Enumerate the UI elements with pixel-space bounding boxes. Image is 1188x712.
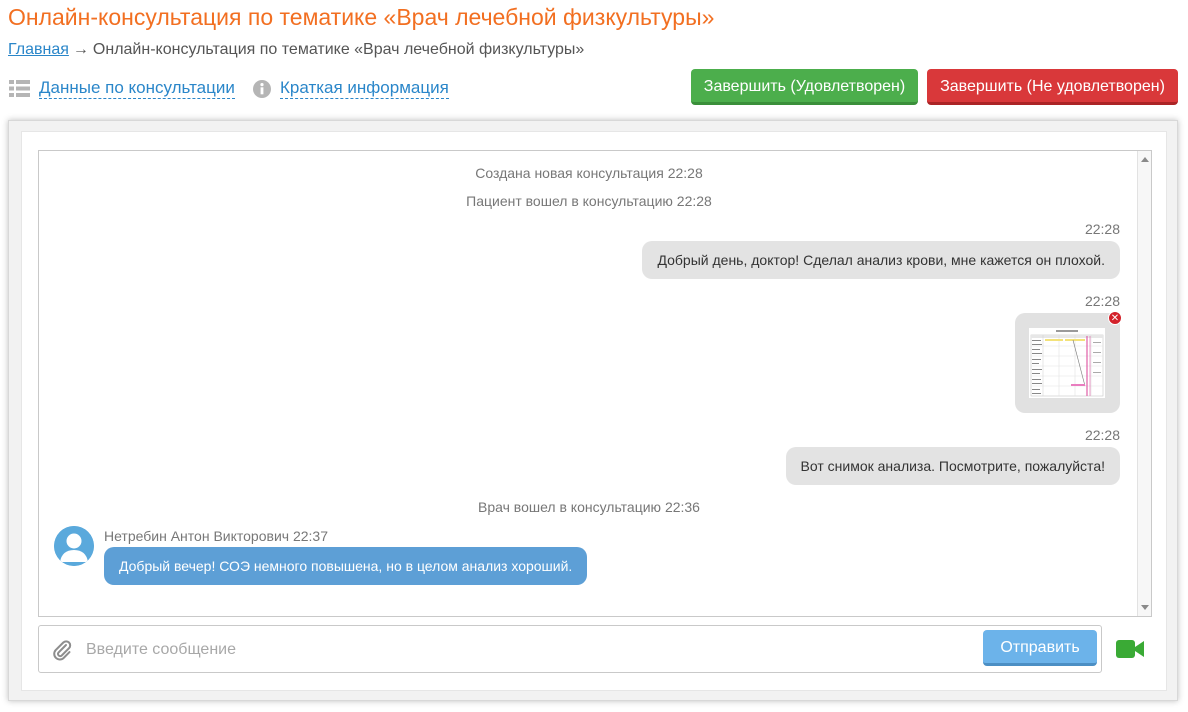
consultation-data-link[interactable]: Данные по консультации — [9, 78, 235, 99]
message-list-scrollbar[interactable] — [1137, 151, 1151, 616]
consultation-data-label[interactable]: Данные по консультации — [39, 78, 235, 99]
doctor-avatar — [54, 526, 94, 566]
chat-container: Создана новая консультация 22:28 Пациент… — [21, 131, 1167, 691]
page-title: Онлайн-консультация по тематике «Врач ле… — [8, 4, 715, 30]
scroll-down-arrow-icon[interactable] — [1141, 605, 1149, 610]
breadcrumb-home-link[interactable]: Главная — [8, 41, 69, 58]
breadcrumb: Главная → Онлайн-консультация по тематике … — [8, 41, 584, 59]
breadcrumb-separator: → — [72, 41, 89, 58]
video-camera-icon[interactable] — [1116, 639, 1144, 664]
attachment-thumbnail[interactable] — [1029, 328, 1105, 398]
scroll-up-arrow-icon[interactable] — [1141, 157, 1149, 162]
finish-satisfied-button[interactable]: Завершить (Удовлетворен) — [691, 69, 918, 105]
list-icon — [9, 80, 30, 97]
send-button[interactable]: Отправить — [983, 630, 1097, 666]
doctor-name: Нетребин Антон Викторович — [104, 528, 290, 544]
message-time: 22:28 — [1084, 293, 1120, 309]
system-message-time: 22:28 — [667, 165, 703, 181]
image-attachment-message — [1015, 313, 1120, 413]
chat-panel: Создана новая консультация 22:28 Пациент… — [8, 120, 1178, 701]
breadcrumb-current: Онлайн-консультация по тематике «Врач ле… — [92, 41, 585, 58]
brief-info-link[interactable]: Краткая информация — [253, 78, 449, 99]
doctor-name-line: Нетребин Антон Викторович 22:37 — [104, 528, 328, 544]
incoming-message: Добрый вечер! СОЭ немного повышена, но в… — [104, 547, 588, 585]
remove-icon[interactable]: ✕ — [1108, 311, 1122, 325]
message-composer: Отправить — [38, 625, 1102, 673]
outgoing-message: Добрый день, доктор! Сделал анализ крови… — [642, 241, 1120, 279]
paperclip-icon[interactable] — [52, 639, 72, 666]
message-time: 22:37 — [292, 528, 328, 544]
message-input[interactable] — [84, 634, 978, 666]
system-message-time: 22:36 — [664, 499, 700, 515]
system-message: Пациент вошел в консультацию 22:28 — [39, 193, 1139, 209]
message-time: 22:28 — [1084, 221, 1120, 237]
info-icon — [253, 79, 271, 98]
system-message-text: Пациент вошел в консультацию — [466, 193, 673, 209]
system-message-text: Врач вошел в консультацию — [478, 499, 662, 515]
brief-info-label[interactable]: Краткая информация — [280, 78, 449, 99]
outgoing-message: Вот снимок анализа. Посмотрите, пожалуйс… — [785, 447, 1120, 485]
system-message: Создана новая консультация 22:28 — [39, 165, 1139, 181]
finish-unsatisfied-button[interactable]: Завершить (Не удовлетворен) — [927, 69, 1178, 105]
system-message-time: 22:28 — [676, 193, 712, 209]
message-list[interactable]: Создана новая консультация 22:28 Пациент… — [38, 150, 1152, 617]
system-message-text: Создана новая консультация — [475, 165, 664, 181]
message-time: 22:28 — [1084, 427, 1120, 443]
system-message: Врач вошел в консультацию 22:36 — [39, 499, 1139, 515]
